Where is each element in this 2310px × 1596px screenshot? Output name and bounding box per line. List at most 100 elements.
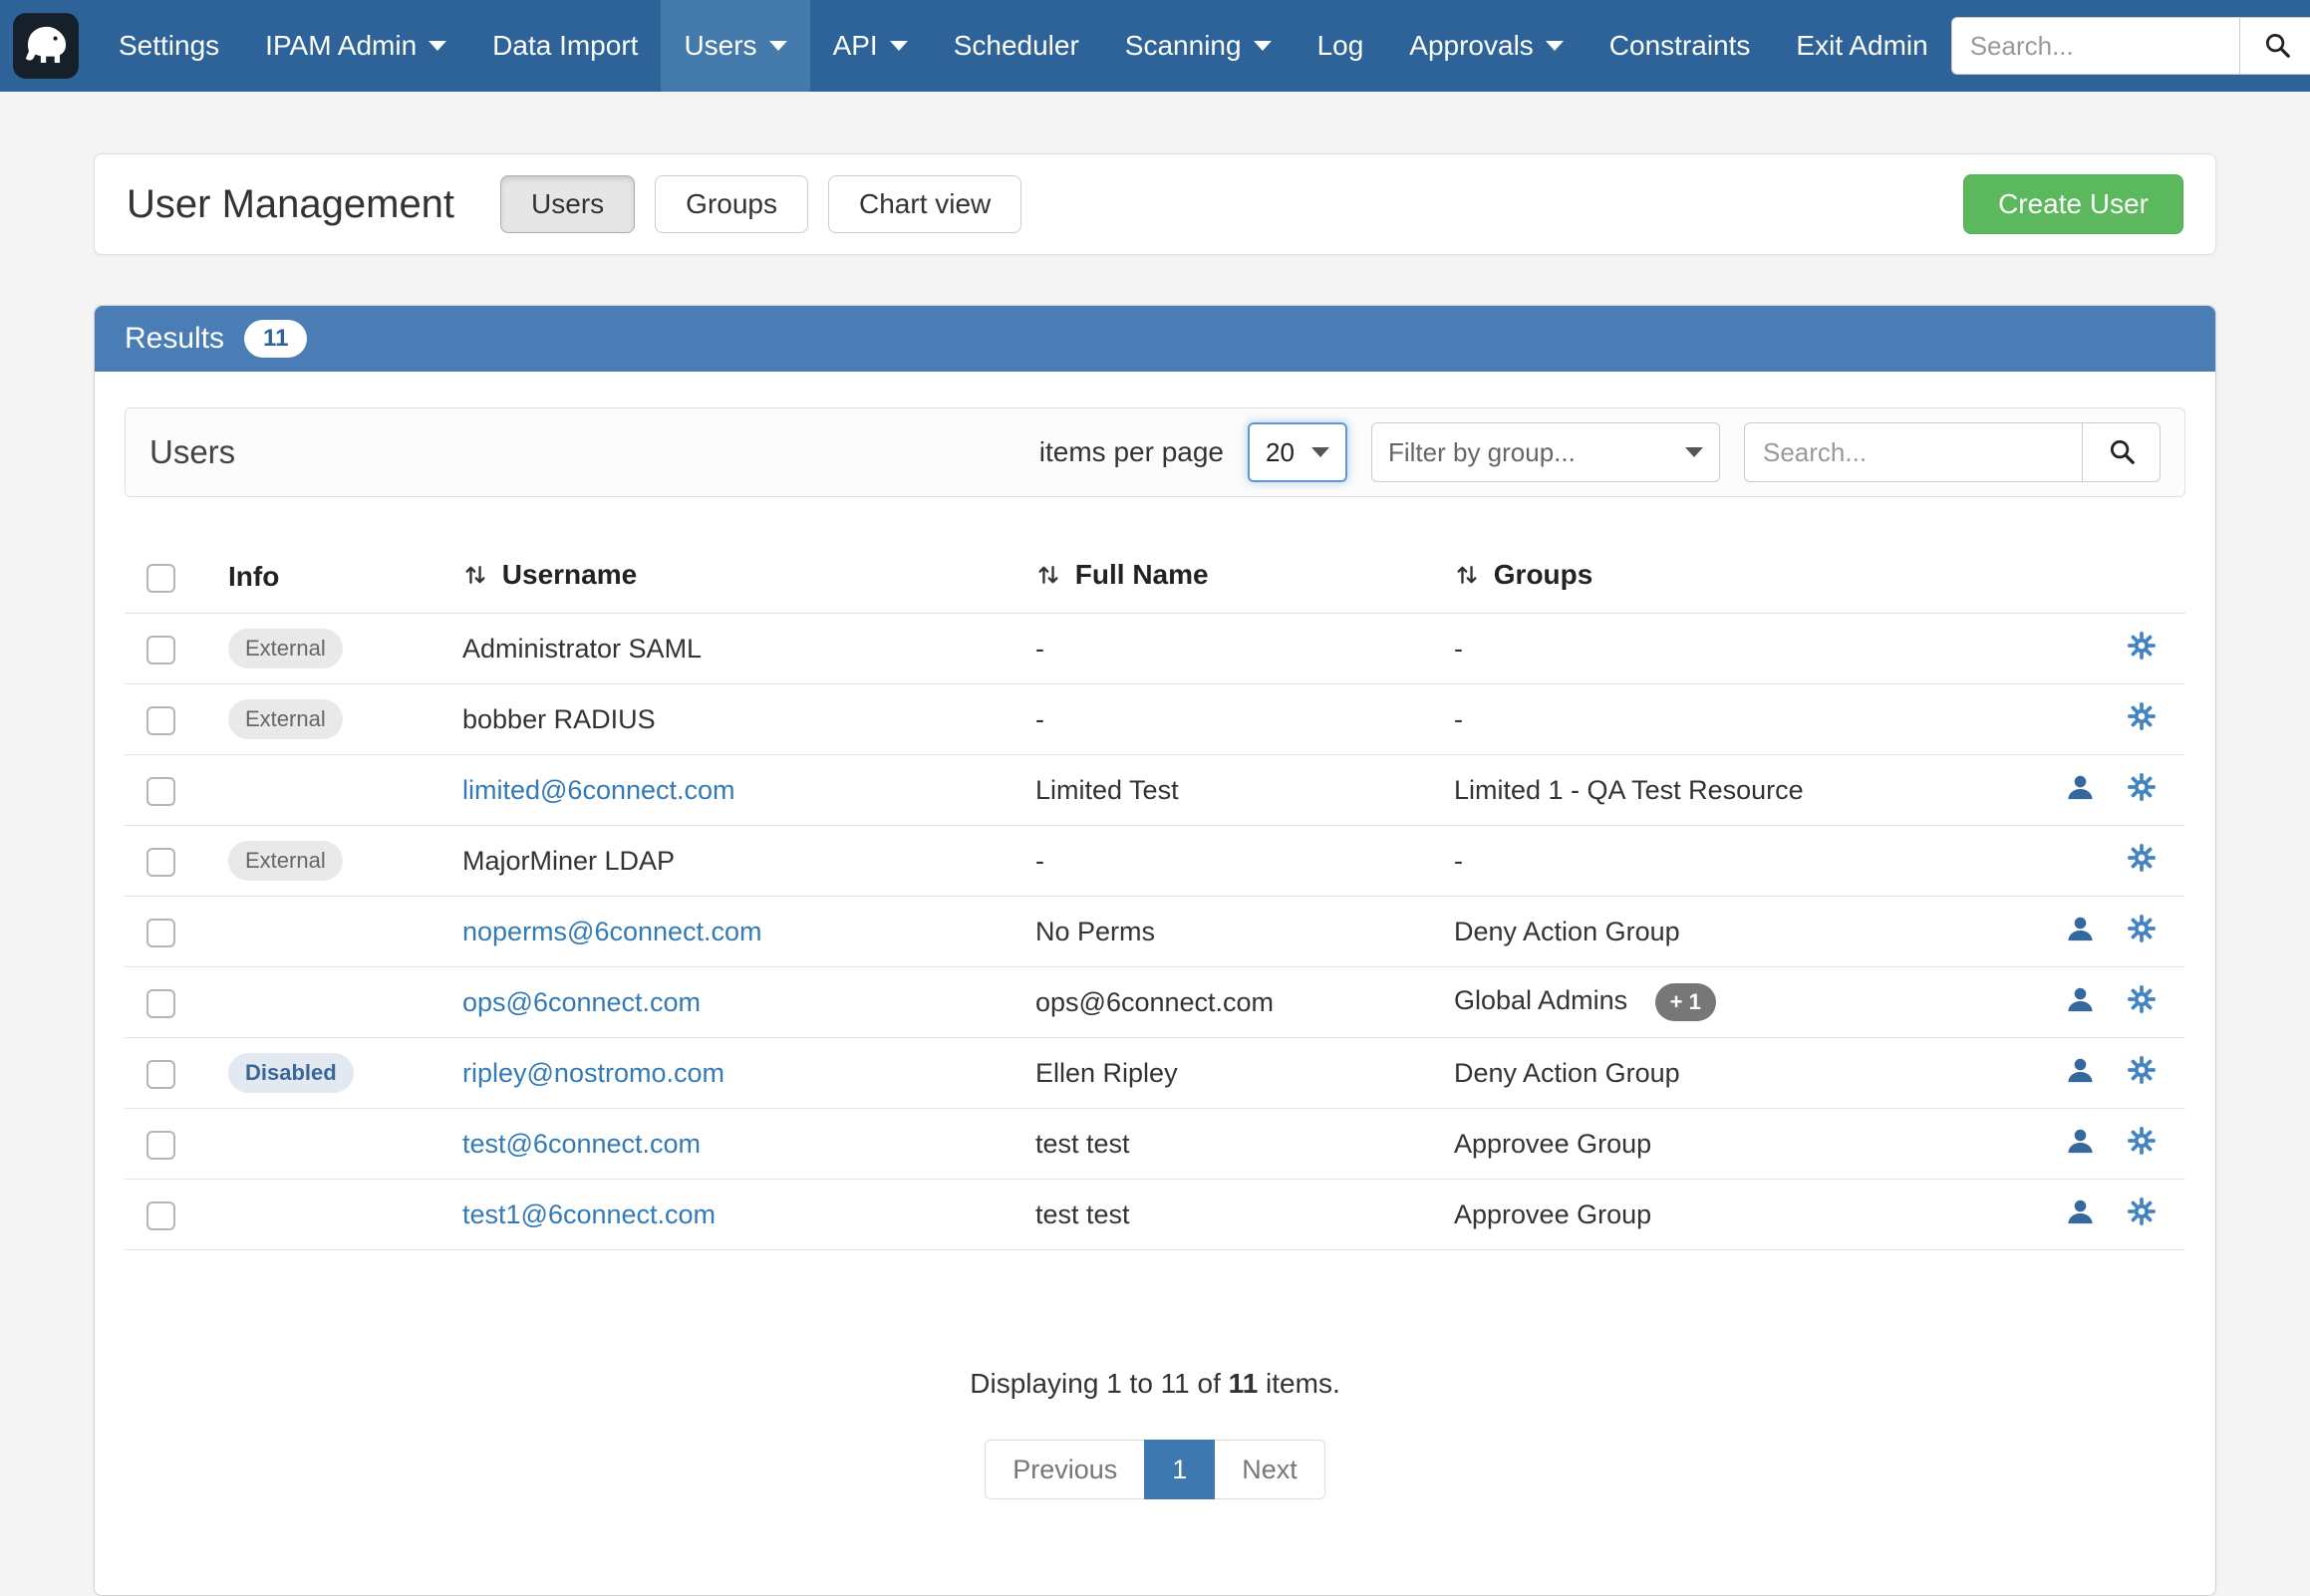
tab-users[interactable]: Users [500, 175, 635, 233]
column-header-username[interactable]: Username [438, 541, 1011, 614]
items-per-page-value: 20 [1266, 437, 1295, 468]
main-content: User Management Users Groups Chart view Cr… [94, 153, 2216, 1596]
app-logo[interactable] [0, 0, 96, 92]
results-summary: Displaying 1 to 11 of 11 items. [125, 1368, 2185, 1400]
row-checkbox[interactable] [146, 1201, 175, 1230]
edit-user-icon[interactable] [2065, 1197, 2096, 1227]
username-link[interactable]: ops@6connect.com [462, 987, 701, 1017]
full-name-cell: test test [1011, 1109, 1430, 1180]
caret-down-icon [1685, 447, 1703, 457]
row-checkbox[interactable] [146, 1060, 175, 1089]
row-checkbox[interactable] [146, 1131, 175, 1160]
row-settings-icon[interactable] [2126, 630, 2158, 662]
nav-item-log[interactable]: Log [1295, 0, 1387, 92]
nav-item-ipam-admin[interactable]: IPAM Admin [242, 0, 469, 92]
row-checkbox[interactable] [146, 706, 175, 735]
info-badge: Disabled [228, 1053, 354, 1093]
edit-user-icon[interactable] [2065, 984, 2096, 1015]
users-table: Info Username Full Name Groups [125, 541, 2185, 1250]
nav-item-scheduler[interactable]: Scheduler [931, 0, 1102, 92]
row-settings-icon[interactable] [2126, 983, 2158, 1015]
create-user-button[interactable]: Create User [1963, 174, 2183, 234]
row-checkbox[interactable] [146, 989, 175, 1018]
navbar-right [1951, 0, 2310, 92]
edit-user-icon[interactable] [2065, 1055, 2096, 1086]
row-settings-icon[interactable] [2126, 1054, 2158, 1086]
pagination: Previous 1 Next [125, 1440, 2185, 1499]
nav-item-label: Log [1317, 30, 1364, 62]
nav-item-constraints[interactable]: Constraints [1587, 0, 1774, 92]
pagination-previous[interactable]: Previous [985, 1440, 1144, 1499]
sort-icon [462, 562, 488, 595]
users-toolbar: Users items per page 20 Filter by group.… [125, 407, 2185, 497]
username-link[interactable]: test1@6connect.com [462, 1199, 716, 1229]
tab-groups[interactable]: Groups [655, 175, 808, 233]
nav-item-api[interactable]: API [810, 0, 931, 92]
toolbar-title: Users [149, 433, 235, 471]
username-link[interactable]: ripley@nostromo.com [462, 1058, 724, 1088]
full-name-cell: Limited Test [1011, 755, 1430, 826]
pagination-next[interactable]: Next [1215, 1440, 1325, 1499]
full-name-cell: - [1011, 826, 1430, 897]
full-name-cell: - [1011, 614, 1430, 684]
navbar-search-input[interactable] [1951, 17, 2240, 75]
full-name-cell: test test [1011, 1180, 1430, 1250]
column-header-full-name[interactable]: Full Name [1011, 541, 1430, 614]
nav-item-exit-admin[interactable]: Exit Admin [1773, 0, 1950, 92]
nav-item-users[interactable]: Users [661, 0, 809, 92]
caret-down-icon [769, 41, 787, 51]
page-title: User Management [127, 182, 454, 227]
row-settings-icon[interactable] [2126, 913, 2158, 944]
nav-item-label: Data Import [492, 30, 638, 62]
edit-user-icon[interactable] [2065, 914, 2096, 944]
navbar-search-button[interactable] [2240, 17, 2310, 75]
row-checkbox[interactable] [146, 777, 175, 806]
nav-item-label: Users [684, 30, 756, 62]
nav-item-settings[interactable]: Settings [96, 0, 242, 92]
items-per-page-select[interactable]: 20 [1248, 422, 1347, 482]
table-search-button[interactable] [2083, 422, 2161, 482]
search-icon [2107, 436, 2137, 469]
username-link[interactable]: limited@6connect.com [462, 775, 735, 805]
row-settings-icon[interactable] [2126, 700, 2158, 732]
caret-down-icon [1311, 447, 1329, 457]
info-badge: External [228, 699, 343, 739]
select-all-checkbox[interactable] [146, 564, 175, 593]
table-search-input[interactable] [1744, 422, 2083, 482]
nav-item-label: Approvals [1409, 30, 1534, 62]
nav-item-approvals[interactable]: Approvals [1386, 0, 1587, 92]
username-link[interactable]: test@6connect.com [462, 1129, 701, 1159]
caret-down-icon [429, 41, 446, 51]
row-checkbox[interactable] [146, 636, 175, 665]
table-row: ops@6connect.com ops@6connect.com Global… [125, 967, 2185, 1038]
pagination-page-1[interactable]: 1 [1144, 1440, 1215, 1499]
row-settings-icon[interactable] [2126, 842, 2158, 874]
items-per-page-label: items per page [1039, 436, 1224, 468]
row-settings-icon[interactable] [2126, 1125, 2158, 1157]
row-checkbox[interactable] [146, 848, 175, 877]
table-row: Disabled ripley@nostromo.com Ellen Riple… [125, 1038, 2185, 1109]
results-panel: Results 11 Users items per page 20 Filte… [94, 305, 2216, 1596]
table-row: test@6connect.com test test Approvee Gro… [125, 1109, 2185, 1180]
username-link: bobber RADIUS [462, 704, 656, 734]
row-settings-icon[interactable] [2126, 771, 2158, 803]
column-header-groups[interactable]: Groups [1430, 541, 2016, 614]
username-link: Administrator SAML [462, 634, 702, 664]
nav-item-data-import[interactable]: Data Import [469, 0, 661, 92]
groups-cell: - [1454, 704, 1463, 734]
edit-user-icon[interactable] [2065, 1126, 2096, 1157]
caret-down-icon [1254, 41, 1272, 51]
nav-menu: Settings IPAM Admin Data Import Users AP… [96, 0, 1951, 92]
navbar-search [1951, 17, 2310, 75]
nav-item-scanning[interactable]: Scanning [1102, 0, 1295, 92]
filter-by-group-select[interactable]: Filter by group... [1371, 422, 1720, 482]
info-badge: External [228, 629, 343, 668]
row-checkbox[interactable] [146, 919, 175, 947]
nav-item-label: IPAM Admin [265, 30, 417, 62]
full-name-cell: ops@6connect.com [1011, 967, 1430, 1038]
username-link[interactable]: noperms@6connect.com [462, 917, 762, 946]
tab-chart-view[interactable]: Chart view [828, 175, 1021, 233]
edit-user-icon[interactable] [2065, 772, 2096, 803]
full-name-cell: - [1011, 684, 1430, 755]
row-settings-icon[interactable] [2126, 1196, 2158, 1227]
